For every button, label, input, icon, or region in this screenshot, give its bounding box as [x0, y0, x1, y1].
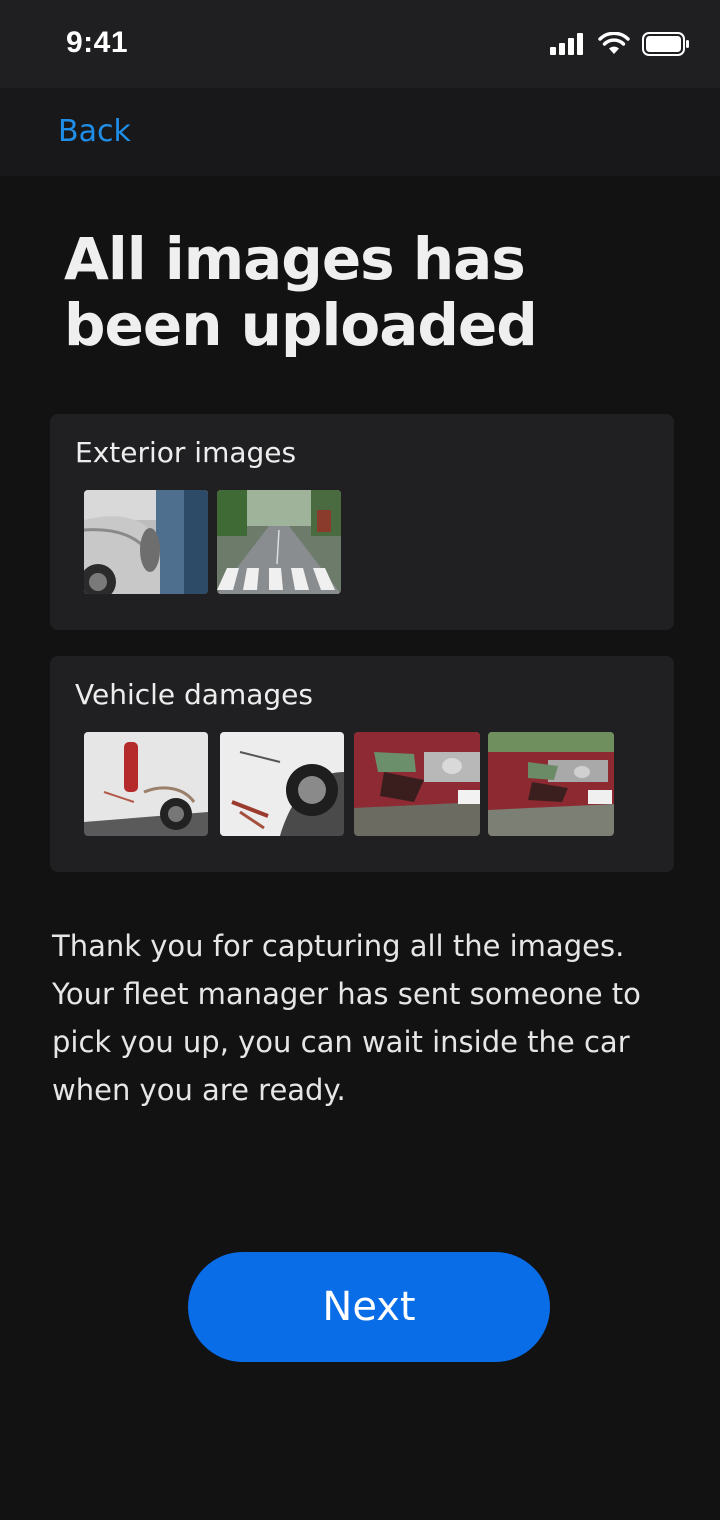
exterior-image-thumbnail[interactable] — [217, 490, 341, 594]
page-title: All images has been uploaded — [64, 225, 538, 359]
exterior-images-title: Exterior images — [75, 436, 297, 469]
back-button[interactable]: Back — [58, 114, 131, 149]
vehicle-damages-title: Vehicle damages — [75, 678, 313, 711]
damage-image-thumbnail[interactable] — [220, 732, 344, 836]
status-bar: 9:41 — [0, 0, 720, 88]
signal-icon — [550, 33, 586, 59]
confirmation-message: Thank you for capturing all the images. … — [52, 929, 641, 1107]
status-time: 9:41 — [66, 26, 129, 59]
exterior-images-card: Exterior images — [50, 414, 674, 630]
nav-bar: Back — [0, 88, 720, 176]
damage-image-thumbnail[interactable] — [488, 732, 614, 836]
upload-complete-screen: 9:41 Back All images has been uploaded E… — [0, 0, 720, 1520]
next-button[interactable]: Next — [188, 1252, 550, 1362]
wifi-icon — [598, 31, 630, 60]
damage-image-thumbnail[interactable] — [84, 732, 208, 836]
exterior-image-thumbnail[interactable] — [84, 490, 208, 594]
battery-icon — [642, 32, 690, 60]
vehicle-damages-card: Vehicle damages — [50, 656, 674, 872]
status-icons — [550, 31, 690, 60]
damage-image-thumbnail[interactable] — [354, 732, 480, 836]
